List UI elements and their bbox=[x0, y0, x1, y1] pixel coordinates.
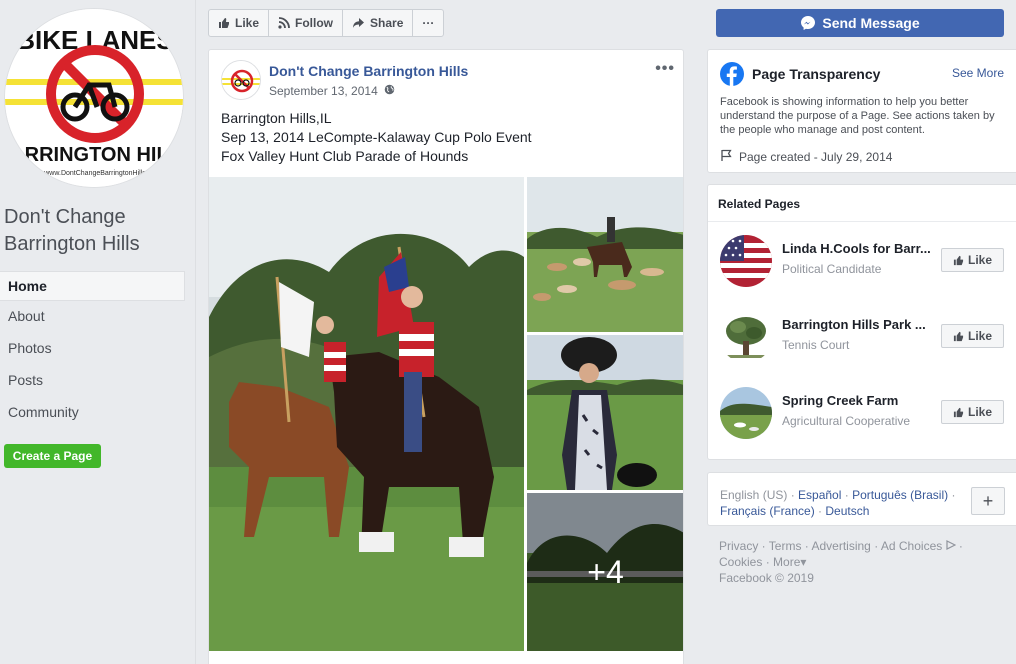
like-label: Like bbox=[967, 253, 992, 267]
post-line: Sep 13, 2014 LeCompte-Kalaway Cup Polo E… bbox=[221, 129, 532, 145]
page-created-info: Page created - July 29, 2014 bbox=[720, 149, 892, 165]
related-page-like-button[interactable]: Like bbox=[941, 248, 1004, 272]
nav-item-photos[interactable]: Photos bbox=[0, 333, 185, 365]
nav-item-community[interactable]: Community bbox=[0, 397, 185, 429]
messenger-icon bbox=[801, 16, 816, 30]
ad-choices-icon bbox=[945, 539, 956, 553]
post-body: Barrington Hills,IL Sep 13, 2014 LeCompt… bbox=[221, 109, 532, 166]
nav-item-posts[interactable]: Posts bbox=[0, 365, 185, 397]
footer-link-cookies[interactable]: Cookies bbox=[719, 555, 762, 569]
more-dots-icon: ··· bbox=[422, 16, 435, 30]
related-page-name[interactable]: Barrington Hills Park ... bbox=[782, 317, 936, 332]
current-language: English (US) bbox=[720, 488, 788, 502]
thumbs-up-icon bbox=[953, 407, 964, 417]
page-title: Don't Change Barrington Hills bbox=[4, 206, 140, 255]
related-page-category: Political Candidate bbox=[782, 262, 882, 276]
add-language-button[interactable]: + bbox=[971, 487, 1005, 515]
language-link-portuguese[interactable]: Português (Brasil) bbox=[852, 488, 948, 502]
transparency-title: Page Transparency bbox=[752, 66, 881, 82]
related-page-category: Agricultural Cooperative bbox=[782, 414, 911, 428]
like-page-button[interactable]: Like bbox=[209, 10, 270, 36]
page-nav: Home About Photos Posts Community bbox=[0, 271, 185, 429]
like-label: Like bbox=[235, 16, 260, 30]
svg-text:BARRINGTON HILLS: BARRINGTON HILLS bbox=[5, 144, 184, 166]
post-photo-woman-in-hat[interactable] bbox=[527, 335, 683, 490]
nav-item-about[interactable]: About bbox=[0, 301, 185, 333]
page-transparency-card: Page Transparency See More Facebook is s… bbox=[707, 49, 1016, 173]
footer-link-advertising[interactable]: Advertising bbox=[811, 539, 870, 553]
create-page-button[interactable]: Create a Page bbox=[4, 444, 101, 468]
related-pages-title: Related Pages bbox=[718, 197, 801, 211]
globe-icon bbox=[384, 84, 395, 98]
like-label: Like bbox=[967, 329, 992, 343]
related-page-item: Spring Creek Farm Agricultural Cooperati… bbox=[720, 387, 1010, 441]
footer-link-privacy[interactable]: Privacy bbox=[719, 539, 758, 553]
transparency-see-more-link[interactable]: See More bbox=[952, 66, 1004, 80]
more-actions-button[interactable]: ··· bbox=[413, 10, 443, 36]
follow-label: Follow bbox=[295, 16, 334, 30]
footer-link-ad-choices[interactable]: Ad Choices bbox=[881, 539, 942, 553]
share-label: Share bbox=[370, 16, 404, 30]
post-photo-hounds-field[interactable] bbox=[527, 177, 683, 332]
thumbs-up-icon bbox=[219, 18, 229, 28]
language-link-german[interactable]: Deutsch bbox=[825, 504, 869, 518]
related-pages-card: Related Pages Linda H.Cools for Barr... … bbox=[707, 184, 1016, 460]
footer-copyright: Facebook © 2019 bbox=[719, 571, 814, 585]
thumbs-up-icon bbox=[953, 331, 964, 341]
related-page-like-button[interactable]: Like bbox=[941, 400, 1004, 424]
nav-item-home[interactable]: Home bbox=[0, 271, 185, 301]
post-line: Barrington Hills,IL bbox=[221, 110, 332, 126]
related-page-name[interactable]: Linda H.Cools for Barr... bbox=[782, 241, 936, 256]
post-photo-more[interactable]: +4 bbox=[527, 493, 683, 651]
rss-follow-icon bbox=[278, 17, 290, 29]
related-page-item: Linda H.Cools for Barr... Political Cand… bbox=[720, 235, 1010, 289]
footer-link-terms[interactable]: Terms bbox=[769, 539, 802, 553]
like-label: Like bbox=[967, 405, 992, 419]
send-message-label: Send Message bbox=[822, 15, 920, 31]
svg-text:www.DontChangeBarringtonHills: www.DontChangeBarringtonHills bbox=[43, 170, 146, 177]
flag-icon bbox=[720, 149, 733, 165]
follow-page-button[interactable]: Follow bbox=[269, 10, 344, 36]
related-page-thumbnail[interactable] bbox=[720, 235, 772, 287]
language-link-spanish[interactable]: Español bbox=[798, 488, 841, 502]
language-list: English (US) · Español · Português (Bras… bbox=[720, 488, 956, 518]
site-footer: Privacy · Terms · Advertising · Ad Choic… bbox=[719, 539, 963, 585]
post-options-button[interactable]: ••• bbox=[655, 60, 675, 78]
divider bbox=[708, 221, 1016, 222]
post-line: Fox Valley Hunt Club Parade of Hounds bbox=[221, 148, 469, 164]
footer-link-more[interactable]: More bbox=[773, 555, 800, 569]
related-page-item: Barrington Hills Park ... Tennis Court L… bbox=[720, 311, 1010, 365]
page-action-bar: Like Follow Share ··· bbox=[208, 9, 445, 37]
page-created-text: Page created - July 29, 2014 bbox=[739, 150, 893, 164]
post-timestamp[interactable]: September 13, 2014 bbox=[269, 84, 395, 98]
thumbs-up-icon bbox=[953, 255, 964, 265]
page-profile-picture[interactable]: BIKE LANES BARRINGTON HILLS www.DontChan… bbox=[4, 8, 184, 188]
post-date-text: September 13, 2014 bbox=[269, 84, 378, 98]
more-photos-overlay: +4 bbox=[527, 493, 683, 651]
share-page-button[interactable]: Share bbox=[343, 10, 414, 36]
related-page-thumbnail[interactable] bbox=[720, 311, 772, 363]
post-photo-grid: +4 bbox=[209, 177, 683, 651]
language-link-french[interactable]: Français (France) bbox=[720, 504, 815, 518]
post-author-avatar[interactable] bbox=[221, 60, 261, 100]
post-author-name[interactable]: Don't Change Barrington Hills bbox=[269, 63, 468, 79]
languages-card: English (US) · Español · Português (Bras… bbox=[707, 472, 1016, 526]
share-arrow-icon bbox=[353, 18, 365, 28]
related-page-name[interactable]: Spring Creek Farm bbox=[782, 393, 936, 408]
related-page-category: Tennis Court bbox=[782, 338, 850, 352]
transparency-description: Facebook is showing information to help … bbox=[720, 96, 995, 136]
related-page-like-button[interactable]: Like bbox=[941, 324, 1004, 348]
feed-post: Don't Change Barrington Hills September … bbox=[208, 49, 684, 664]
related-page-thumbnail[interactable] bbox=[720, 387, 772, 439]
left-column: BIKE LANES BARRINGTON HILLS www.DontChan… bbox=[0, 0, 196, 664]
send-message-button[interactable]: Send Message bbox=[716, 9, 1004, 37]
facebook-logo-icon bbox=[720, 62, 744, 91]
post-photo-riders-with-flags[interactable] bbox=[209, 177, 524, 651]
caret-down-icon: ▾ bbox=[800, 555, 807, 569]
